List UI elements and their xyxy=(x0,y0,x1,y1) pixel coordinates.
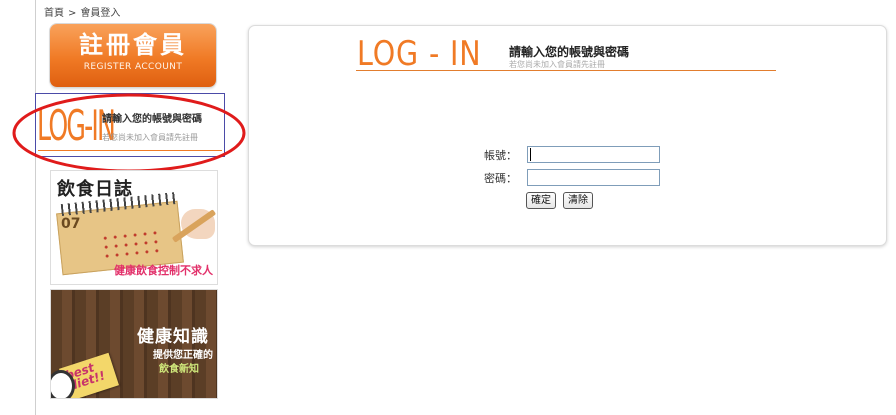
register-account-button[interactable]: 註冊會員 REGISTER ACCOUNT xyxy=(50,24,216,87)
text-caret xyxy=(530,148,531,161)
account-label: 帳號： xyxy=(484,149,517,162)
health-knowledge-title: 健康知識 xyxy=(137,327,209,347)
login-subheading: 若您尚未加入會員請先註冊 xyxy=(509,60,605,69)
register-subtitle: REGISTER ACCOUNT xyxy=(83,62,183,72)
diet-diary-banner[interactable]: 飲食日誌 07 健康飲食控制不求人 xyxy=(50,170,218,285)
health-knowledge-line1: 提供您正確的 xyxy=(153,350,213,361)
health-knowledge-banner[interactable]: 健康知識 提供您正確的 飲食新知 best diet!! xyxy=(50,289,218,399)
login-banner-line1: 請輸入您的帳號與密碼 xyxy=(102,114,202,125)
login-banner-underline xyxy=(38,150,222,151)
breadcrumb-home[interactable]: 首頁 xyxy=(44,8,64,19)
login-header-underline xyxy=(356,70,776,71)
breadcrumb-current: 會員登入 xyxy=(80,8,121,19)
login-panel: LOG - IN 請輸入您的帳號與密碼 若您尚未加入會員請先註冊 帳號： 密碼：… xyxy=(248,25,887,246)
left-divider xyxy=(35,0,36,415)
register-title: 註冊會員 xyxy=(79,31,187,59)
breadcrumb: 首頁 > 會員登入 xyxy=(44,4,120,19)
health-knowledge-line2: 飲食新知 xyxy=(159,364,199,375)
login-heading: 請輸入您的帳號與密碼 xyxy=(509,45,630,59)
password-label: 密碼： xyxy=(484,172,517,185)
breadcrumb-separator: > xyxy=(68,8,77,19)
diet-diary-caption: 健康飲食控制不求人 xyxy=(114,264,213,277)
clear-button[interactable]: 清除 xyxy=(563,192,593,209)
confirm-button[interactable]: 確定 xyxy=(526,192,556,209)
password-input[interactable] xyxy=(527,169,660,186)
calendar-number: 07 xyxy=(61,216,81,232)
login-banner-link[interactable]: LOG-IN 請輸入您的帳號與密碼 若您尚未加入會員請先註冊 xyxy=(35,93,225,157)
login-banner-line2: 若您尚未加入會員請先註冊 xyxy=(102,133,198,142)
coffee-cup-icon xyxy=(51,370,75,398)
account-input[interactable] xyxy=(527,146,660,163)
login-banner-logo: LOG-IN xyxy=(37,101,116,150)
